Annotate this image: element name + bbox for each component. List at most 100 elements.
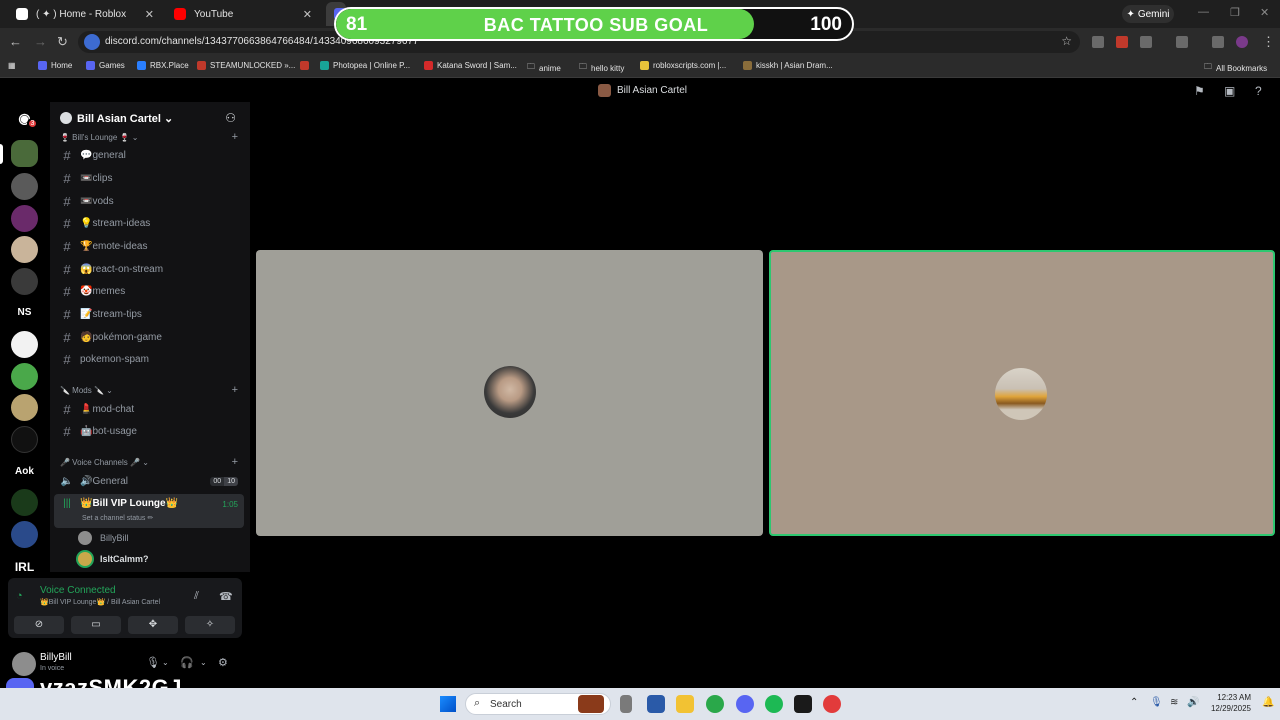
server-aok[interactable]: Aok xyxy=(11,458,38,485)
bookmark-photopea[interactable]: Photopea | Online P... xyxy=(320,61,410,70)
notifications-icon[interactable]: 🔔 xyxy=(1262,697,1274,708)
opera-gx-icon[interactable] xyxy=(823,695,841,713)
mouse-app-icon[interactable] xyxy=(620,695,632,713)
channel-memes[interactable]: # 🤡memes xyxy=(54,281,244,302)
server-icon[interactable] xyxy=(11,331,38,358)
server-icon[interactable] xyxy=(11,236,38,263)
invite-people-icon[interactable]: ⚇ xyxy=(225,111,236,125)
channel-emote-ideas[interactable]: # 🏆emote-ideas xyxy=(54,236,244,257)
channel-stream-ideas[interactable]: # 💡stream-ideas xyxy=(54,213,244,234)
channel-bot-usage[interactable]: # 🤖bot-usage xyxy=(54,421,244,442)
disconnect-icon[interactable]: ☎ xyxy=(219,590,233,603)
chevron-down-icon[interactable]: ⌄ xyxy=(162,658,169,667)
add-channel-icon[interactable]: + xyxy=(232,456,238,468)
discord-app-icon[interactable] xyxy=(736,695,754,713)
server-ns[interactable]: NS xyxy=(11,299,38,326)
category-mods[interactable]: 🔪 Mods 🔪 ⌄ xyxy=(60,386,113,395)
channel-react-on-stream[interactable]: # 😱react-on-stream xyxy=(54,259,244,280)
maximize-icon[interactable]: ❐ xyxy=(1230,6,1240,19)
extension-icon[interactable] xyxy=(1116,36,1128,48)
avatar[interactable] xyxy=(12,652,36,676)
chevron-up-icon[interactable]: ⌃ xyxy=(1130,697,1138,708)
channel-vods[interactable]: # 📼vods xyxy=(54,191,244,212)
menu-kebab-icon[interactable]: ⋮ xyxy=(1262,35,1275,49)
close-window-icon[interactable]: ✕ xyxy=(1260,6,1269,19)
category-bills-lounge[interactable]: 🍷 Bill's Lounge 🍷 ⌄ xyxy=(60,133,138,142)
bookmark-home[interactable]: Home xyxy=(38,61,72,70)
flag-icon[interactable]: ⚑ xyxy=(1194,84,1205,98)
microphone-tray-icon[interactable]: 🎙 xyxy=(1150,697,1163,708)
settings-gear-icon[interactable]: ⚙ xyxy=(218,656,228,669)
channel-general[interactable]: # 💬general xyxy=(54,145,244,166)
close-tab-icon[interactable]: ✕ xyxy=(145,8,154,21)
help-icon[interactable]: ? xyxy=(1255,84,1262,98)
server-icon[interactable] xyxy=(11,363,38,390)
bookmark-folder-anime[interactable]: 🗀 anime xyxy=(527,61,561,75)
microphone-icon[interactable]: 🎙 xyxy=(146,656,160,669)
server-icon[interactable] xyxy=(11,489,38,516)
voice-user[interactable]: IsItCalmm? xyxy=(78,552,149,566)
bookmark-games[interactable]: Games xyxy=(86,61,125,70)
bookmark-folder-hello-kitty[interactable]: 🗀 hello kitty xyxy=(579,61,624,75)
profile-avatar[interactable] xyxy=(1236,36,1248,48)
apps-grid-icon[interactable]: ▦ xyxy=(8,61,16,70)
minimize-icon[interactable]: — xyxy=(1198,6,1209,18)
back-icon[interactable]: ← xyxy=(9,35,22,49)
bookmark-kisskh[interactable]: kisskh | Asian Dram... xyxy=(743,61,833,70)
channel-pokemon-spam[interactable]: # pokemon-spam xyxy=(54,349,244,370)
server-irl[interactable]: IRL xyxy=(11,553,38,580)
add-channel-icon[interactable]: + xyxy=(232,131,238,143)
reload-icon[interactable]: ↻ xyxy=(57,35,68,49)
spotify-icon[interactable] xyxy=(765,695,783,713)
inbox-icon[interactable]: ▣ xyxy=(1224,84,1235,98)
server-icon[interactable] xyxy=(11,205,38,232)
search-highlight-icon[interactable] xyxy=(578,695,604,713)
user-name[interactable]: BillyBill xyxy=(40,652,72,663)
site-info-icon[interactable] xyxy=(84,34,100,50)
channel-clips[interactable]: # 📼clips xyxy=(54,168,244,189)
bookmark-robloxscripts[interactable]: robloxscripts.com |... xyxy=(640,61,726,70)
activities-button[interactable]: ✥ xyxy=(128,616,178,634)
participant-tile-isitcalmm-speaking[interactable] xyxy=(769,250,1275,536)
tab-youtube[interactable]: YouTube ✕ xyxy=(166,2,318,26)
noise-suppression-icon[interactable]: ⫽ xyxy=(194,590,199,603)
forward-icon[interactable]: → xyxy=(34,35,47,49)
file-explorer-icon[interactable] xyxy=(676,695,694,713)
wifi-icon[interactable]: ≋ xyxy=(1170,697,1178,708)
voice-connected-subtitle[interactable]: 👑Bill VIP Lounge👑 / Bill Asian Cartel xyxy=(40,598,160,606)
connection-signal-icon[interactable]: ◔ xyxy=(16,590,23,602)
server-bill-asian-cartel[interactable] xyxy=(11,140,38,167)
clock[interactable]: 12:23 AM 12/29/2025 xyxy=(1211,692,1251,714)
soundboard-button[interactable]: ✧ xyxy=(185,616,235,634)
tab-roblox[interactable]: ( ✦ ) Home - Roblox ✕ xyxy=(8,2,160,26)
screen-share-button[interactable]: ▭ xyxy=(71,616,121,634)
all-bookmarks[interactable]: 🗀 All Bookmarks xyxy=(1204,61,1267,75)
voice-connected-title[interactable]: Voice Connected xyxy=(40,585,116,596)
chevron-down-icon[interactable]: ⌄ xyxy=(200,658,207,667)
bookmark-steamunlocked[interactable]: STEAMUNLOCKED »... xyxy=(197,61,295,70)
close-tab-icon[interactable]: ✕ xyxy=(303,8,312,21)
extension-icon[interactable] xyxy=(1092,36,1104,48)
bookmark-katana[interactable]: Katana Sword | Sam... xyxy=(424,61,517,70)
server-icon[interactable] xyxy=(11,426,38,453)
start-button[interactable] xyxy=(440,696,456,712)
voice-channel-general[interactable]: 🔈 🔊General 00 10 xyxy=(54,471,244,492)
channel-mod-chat[interactable]: # 💄mod-chat xyxy=(54,399,244,420)
server-icon[interactable] xyxy=(11,394,38,421)
server-header[interactable]: Bill Asian Cartel ⌄ ⚇ xyxy=(50,102,250,134)
cast-icon[interactable] xyxy=(1176,36,1188,48)
reading-list-icon[interactable] xyxy=(1212,36,1224,48)
volume-icon[interactable]: 🔊 xyxy=(1187,697,1199,708)
participant-tile-billybill[interactable] xyxy=(256,250,763,536)
channel-stream-tips[interactable]: # 📝stream-tips xyxy=(54,304,244,325)
channel-status[interactable]: Set a channel status ✏ xyxy=(82,514,153,522)
chrome-icon[interactable] xyxy=(706,695,724,713)
camera-off-button[interactable]: ⊘ xyxy=(14,616,64,634)
app-icon[interactable] xyxy=(647,695,665,713)
add-channel-icon[interactable]: + xyxy=(232,384,238,396)
voice-channel-bill-vip-lounge[interactable]: ||| 👑Bill VIP Lounge👑 Set a channel stat… xyxy=(54,494,244,528)
bookmark-unnamed[interactable] xyxy=(300,61,313,70)
extensions-puzzle-icon[interactable] xyxy=(1140,36,1152,48)
headphones-icon[interactable]: 🎧 xyxy=(180,656,194,669)
bookmark-rbxplace[interactable]: RBX.Place xyxy=(137,61,189,70)
